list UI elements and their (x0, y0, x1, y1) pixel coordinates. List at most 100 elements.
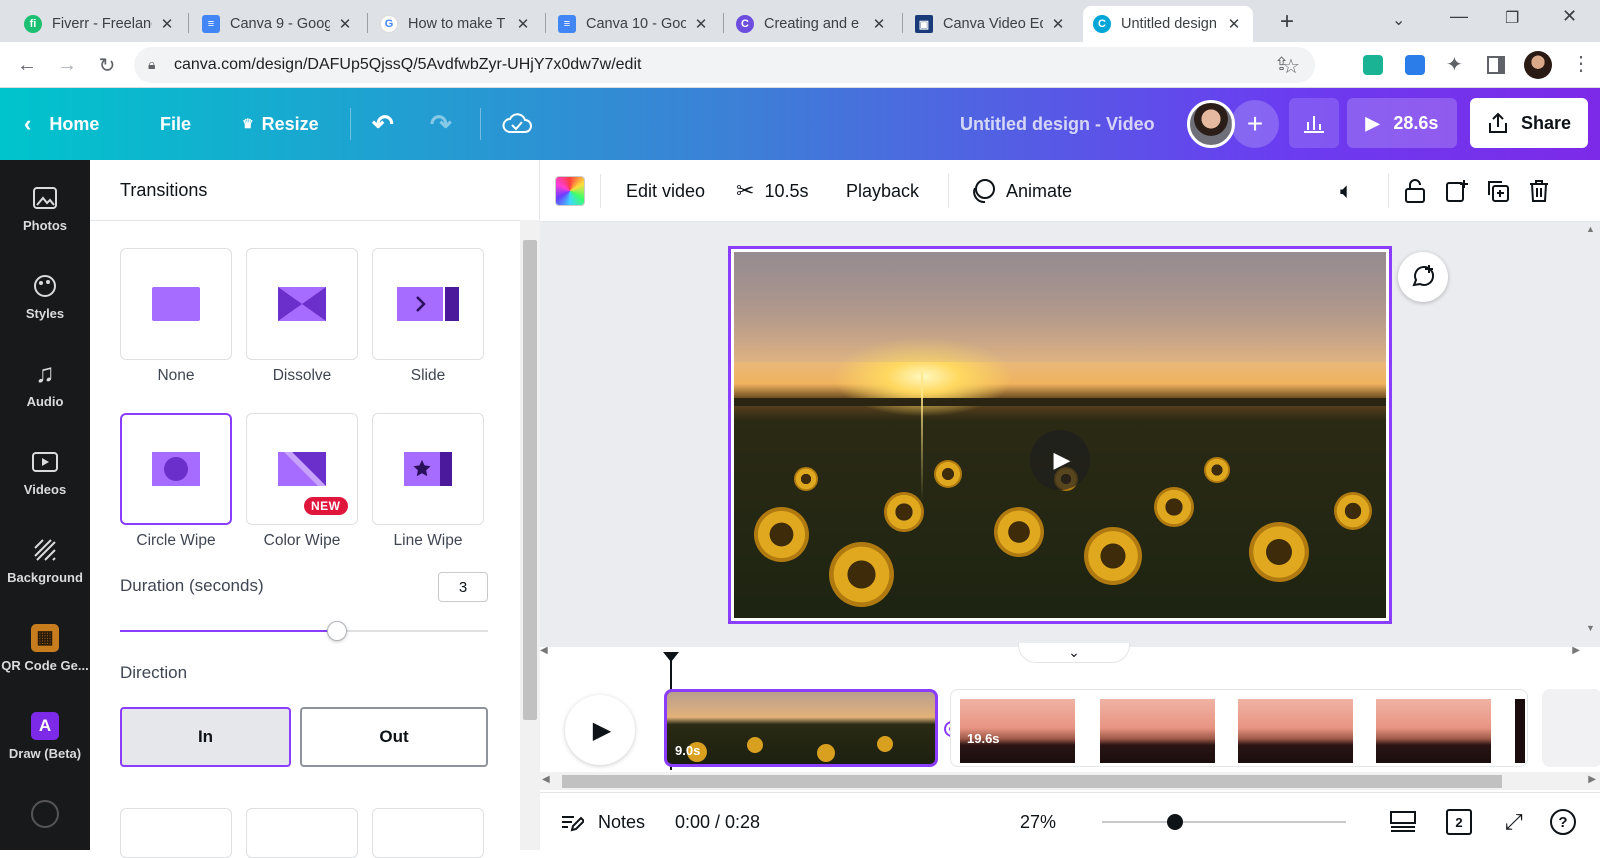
timeline-clip-1[interactable]: 9.0s (664, 689, 938, 767)
close-window-icon[interactable]: ✕ (1562, 6, 1577, 27)
add-clip-button[interactable] (1542, 689, 1600, 767)
clip-duration: 9.0s (675, 743, 701, 758)
transition-slide[interactable] (372, 248, 484, 360)
duration-slider-handle[interactable] (327, 621, 348, 641)
browser-tab[interactable]: ▣ Canva Video Ed ✕ (905, 6, 1077, 42)
qr-code-icon: ▦ (31, 623, 59, 652)
transition-card[interactable] (120, 808, 232, 858)
panel-scrollbar-thumb[interactable] (523, 240, 537, 720)
color-picker-icon[interactable] (555, 176, 585, 206)
add-collaborator-button[interactable]: + (1231, 100, 1279, 148)
extensions-puzzle-icon[interactable]: ✦ (1446, 52, 1463, 77)
browser-menu-icon[interactable]: ⋮ (1571, 51, 1591, 76)
color-wipe-transition-icon (278, 452, 326, 486)
playback-button[interactable]: Playback (846, 160, 919, 222)
play-icon: ▶ (592, 716, 612, 744)
close-tab-icon[interactable]: ✕ (870, 15, 888, 33)
fiverr-icon: fi (24, 15, 42, 33)
user-avatar[interactable] (1187, 100, 1235, 148)
duration-input[interactable]: 3 (438, 572, 488, 602)
canvas-scrollbar[interactable]: ▲ ▼ (1580, 222, 1600, 647)
tab-title: How to make T (408, 16, 506, 32)
transition-circle-wipe[interactable] (120, 413, 232, 525)
add-page-icon[interactable] (1445, 160, 1469, 222)
fullscreen-icon[interactable]: ⤢ (1505, 793, 1523, 851)
profile-avatar[interactable] (1524, 51, 1552, 79)
url-input[interactable]: 🔒︎ canva.com/design/DAFUp5QjssQ/5AvdfwbZ… (134, 47, 1315, 83)
duration-slider[interactable] (120, 621, 488, 641)
forward-icon[interactable]: → (54, 52, 80, 78)
context-toolbar: Edit video ✂ 10.5s Playback Animate 🔈︎ (540, 160, 1600, 222)
close-tab-icon[interactable]: ✕ (1049, 15, 1067, 33)
none-transition-icon (152, 287, 200, 321)
direction-out-button[interactable]: Out (300, 707, 488, 767)
more-apps-icon[interactable] (31, 800, 59, 828)
trim-button[interactable]: ✂ 10.5s (736, 160, 808, 222)
lock-element-icon[interactable] (1404, 160, 1426, 222)
browser-tab[interactable]: fi Fiverr - Freelance ✕ (14, 6, 186, 42)
extension-icon[interactable] (1405, 55, 1425, 75)
collapse-timeline-icon[interactable]: ⌄ (1018, 643, 1130, 663)
direction-in-button[interactable]: In (120, 707, 291, 767)
close-tab-icon[interactable]: ✕ (1225, 15, 1243, 33)
undo-icon[interactable]: ↶ (372, 88, 394, 160)
edit-video-button[interactable]: Edit video (626, 160, 705, 222)
video-play-button[interactable]: ▶ (1030, 430, 1090, 490)
transition-card[interactable] (372, 808, 484, 858)
close-tab-icon[interactable]: ✕ (336, 15, 354, 33)
extension-icon[interactable] (1363, 55, 1383, 75)
document-title[interactable]: Untitled design - Video (960, 88, 1155, 160)
pages-icon: 2 (1446, 809, 1472, 835)
browser-tab[interactable]: G How to make T ✕ (370, 6, 542, 42)
transition-dissolve[interactable] (246, 248, 358, 360)
tab-search-icon[interactable]: ⌄ (1392, 10, 1405, 30)
browser-tab-active[interactable]: C Untitled design ✕ (1083, 6, 1253, 42)
timeline-play-button[interactable]: ▶ (565, 695, 635, 765)
insights-button[interactable] (1289, 98, 1339, 148)
zoom-slider[interactable] (1102, 814, 1346, 830)
rail-item-background[interactable]: Background (0, 520, 90, 600)
rail-item-styles[interactable]: Styles (0, 256, 90, 336)
browser-tab[interactable]: ≡ Canva 10 - Goo ✕ (548, 6, 720, 42)
reload-icon[interactable]: ↻ (94, 52, 120, 78)
timeline-scrollbar-thumb[interactable] (562, 775, 1502, 788)
present-play-button[interactable]: ▶ 28.6s (1347, 98, 1457, 148)
close-tab-icon[interactable]: ✕ (158, 15, 176, 33)
rail-item-audio[interactable]: ♫ Audio (0, 344, 90, 424)
resize-button[interactable]: ♛ Resize (242, 88, 319, 160)
transition-card[interactable] (246, 808, 358, 858)
page-count-button[interactable]: 2 (1446, 793, 1472, 851)
close-tab-icon[interactable]: ✕ (692, 15, 710, 33)
home-button[interactable]: ‹ Home (24, 88, 99, 160)
bookmark-star-icon[interactable]: ☆ (1282, 54, 1300, 79)
browser-tab[interactable]: ≡ Canva 9 - Google ✕ (192, 6, 364, 42)
volume-icon[interactable]: 🔈︎ (1340, 160, 1353, 222)
transition-none[interactable] (120, 248, 232, 360)
transition-line-wipe[interactable] (372, 413, 484, 525)
add-comment-button[interactable] (1398, 252, 1448, 302)
notes-button[interactable]: Notes (560, 793, 645, 851)
redo-icon[interactable]: ↷ (430, 88, 452, 160)
cloud-saved-icon[interactable] (502, 88, 532, 160)
side-panel-icon[interactable] (1487, 56, 1505, 74)
rail-item-photos[interactable]: Photos (0, 168, 90, 248)
grid-view-icon[interactable] (1390, 793, 1416, 851)
zoom-slider-handle[interactable] (1167, 814, 1184, 830)
delete-icon[interactable] (1528, 160, 1550, 222)
rail-item-videos[interactable]: Videos (0, 432, 90, 512)
file-menu-button[interactable]: File (160, 88, 191, 160)
share-button[interactable]: Share (1470, 98, 1588, 148)
back-icon[interactable]: ← (14, 52, 40, 78)
transition-label: Color Wipe (263, 532, 341, 549)
animate-button[interactable]: Animate (970, 160, 1072, 222)
minimize-icon[interactable]: — (1450, 6, 1468, 27)
rail-item-qr-code[interactable]: ▦ QR Code Ge... (0, 608, 90, 688)
duplicate-icon[interactable] (1486, 160, 1510, 222)
restore-icon[interactable]: ❐ (1505, 8, 1519, 28)
close-tab-icon[interactable]: ✕ (514, 15, 532, 33)
new-tab-icon[interactable]: + (1280, 8, 1294, 36)
address-bar: ← → ↻ 🔒︎ canva.com/design/DAFUp5QjssQ/5A… (0, 42, 1600, 88)
help-button[interactable]: ? (1550, 793, 1576, 851)
rail-item-draw[interactable]: A Draw (Beta) (0, 696, 90, 776)
browser-tab[interactable]: C Creating and e ✕ (726, 6, 898, 42)
